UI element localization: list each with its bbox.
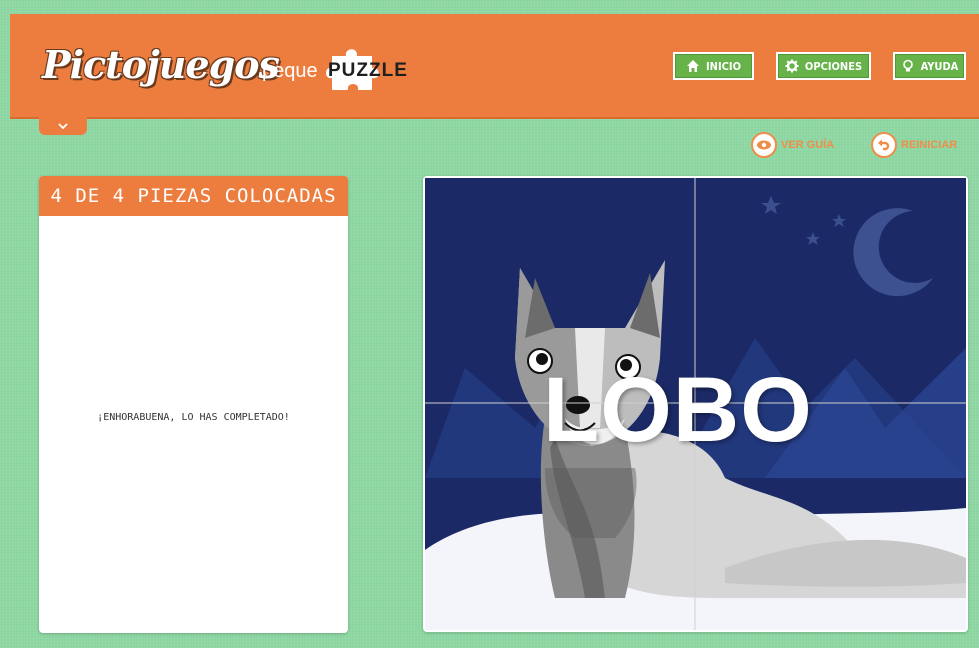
menu-dropdown-toggle[interactable] — [39, 117, 87, 135]
pieces-counter: 4 DE 4 PIEZAS COLOCADAS — [39, 176, 348, 216]
pieces-tray: 4 DE 4 PIEZAS COLOCADAS ¡ENHORABUENA, LO… — [39, 176, 348, 633]
puzzle-board[interactable]: LOBO — [423, 176, 968, 632]
lightbulb-icon — [902, 59, 913, 72]
home-button[interactable]: INICIO — [673, 52, 754, 80]
help-button[interactable]: AYUDA — [893, 52, 966, 80]
home-icon — [687, 60, 699, 72]
brand-word: PUZZLE — [328, 60, 408, 81]
completion-message: ¡ENHORABUENA, LO HAS COMPLETADO! — [97, 412, 290, 423]
view-guide-label: VER GUÍA — [781, 139, 835, 151]
options-button-label: OPCIONES — [804, 59, 863, 73]
gear-icon — [785, 59, 799, 73]
help-button-label: AYUDA — [920, 59, 959, 73]
chevron-down-icon — [58, 123, 68, 130]
pictojuegos-logo[interactable]: Pictojuegos — [42, 42, 280, 87]
app-header: Pictojuegos peque PUZZLE INICIO OPCIONES — [10, 14, 979, 119]
options-button[interactable]: OPCIONES — [776, 52, 871, 80]
undo-icon — [871, 132, 897, 158]
home-button-label: INICIO — [706, 59, 741, 73]
puzzle-word-label: LOBO — [543, 359, 813, 461]
reset-label: REINICIAR — [901, 139, 958, 151]
brand-prefix: peque — [262, 60, 318, 82]
view-guide-button[interactable]: VER GUÍA — [751, 131, 834, 159]
eye-icon — [751, 132, 777, 158]
reset-button[interactable]: REINICIAR — [871, 131, 957, 159]
